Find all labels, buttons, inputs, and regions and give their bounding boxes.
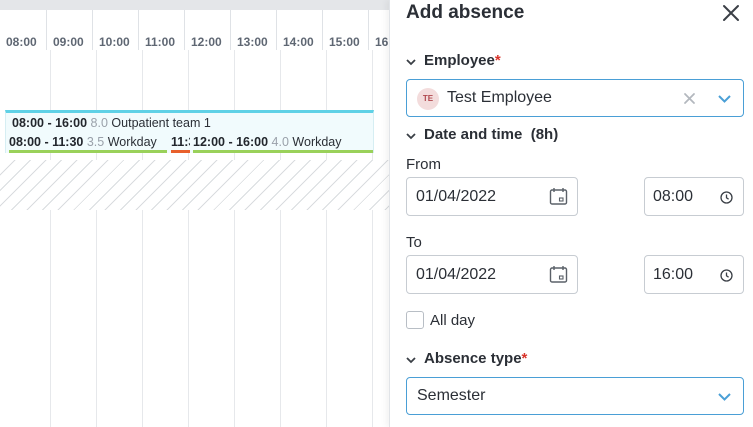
segment-time: 08:00 - 11:30 [9,135,84,149]
chevron-down-icon [406,53,418,70]
hour-label: 10:00 [92,10,138,50]
absence-type-section-header[interactable]: Absence type* [406,350,527,368]
segment-time: 11:30 [171,135,190,149]
schedule-grid [0,50,389,427]
hour-label: 15:00 [322,10,368,50]
segment-type: Workday [292,135,342,149]
date-time-label: Date and time [424,126,523,143]
hour-label: 14:00 [276,10,322,50]
schedule-top-bar [0,0,389,10]
clear-icon[interactable] [683,92,696,105]
chevron-down-icon[interactable] [718,393,731,401]
from-time-input[interactable]: 08:00 [644,177,744,216]
shift-card[interactable]: 08:00 - 16:00 8.0 Outpatient team 1 08:0… [5,110,374,153]
grid-line [188,50,189,427]
from-label: From [406,156,441,173]
chevron-down-icon [406,351,418,368]
segment-underline [9,150,167,153]
hour-label: 16 [368,10,389,50]
shift-summary: 08:00 - 16:00 8.0 Outpatient team 1 [12,116,211,130]
from-time-value: 08:00 [653,188,694,205]
to-time-value: 16:00 [653,266,694,283]
calendar-icon[interactable] [549,187,568,206]
grid-line [280,50,281,427]
segment-workday-2[interactable]: 12:00 - 16:00 4.0 Workday [193,135,373,153]
segment-hours: 4.0 [271,135,289,149]
grid-line [142,50,143,427]
calendar-icon[interactable] [549,265,568,284]
schedule-view: 08:00 09:00 10:00 11:00 12:00 13:00 14:0… [0,0,389,427]
chevron-down-icon[interactable] [718,95,731,103]
to-date-value: 01/04/2022 [416,266,497,283]
all-day-label[interactable]: All day [430,312,475,329]
segment-underline [193,150,373,153]
absence-type-value: Semester [417,387,486,404]
to-date-input[interactable]: 01/04/2022 [406,255,578,294]
add-absence-panel: Add absence Employee* TE Test Employee D… [389,0,753,427]
segment-hours: 3.5 [86,135,105,149]
shift-segments: 08:00 - 11:30 3.5 Workday 11:30 12:00 - … [9,135,373,153]
required-mark: * [494,52,501,69]
shift-hours: 8.0 [90,116,108,130]
app-root: 08:00 09:00 10:00 11:00 12:00 13:00 14:0… [0,0,753,427]
grid-line [326,50,327,427]
to-time-input[interactable]: 16:00 [644,255,744,294]
hour-label: 11:00 [138,10,184,50]
segment-type: Workday [107,135,157,149]
from-date-input[interactable]: 01/04/2022 [406,177,578,216]
segment-workday-1[interactable]: 08:00 - 11:30 3.5 Workday [9,135,167,153]
required-mark: * [521,350,528,367]
avatar: TE [417,88,439,110]
segment-time: 12:00 - 16:00 [193,135,269,149]
shift-team: Outpatient team 1 [111,116,211,130]
clock-icon[interactable] [720,191,733,204]
hour-label: 08:00 [6,35,37,49]
close-icon [723,5,739,21]
from-date-value: 01/04/2022 [416,188,497,205]
unavailable-hatched-area [0,160,389,210]
to-label: To [406,234,422,251]
duration-label: (8h) [530,126,559,143]
segment-break[interactable]: 11:30 [171,135,190,153]
employee-value: Test Employee [447,89,552,106]
segment-underline [171,150,190,153]
employee-select[interactable]: TE Test Employee [406,79,744,117]
hour-header: 08:00 09:00 10:00 11:00 12:00 13:00 14:0… [0,10,389,50]
absence-type-select[interactable]: Semester [406,377,744,415]
employee-label: Employee [424,52,495,69]
absence-type-label: Absence type [424,350,522,367]
employee-section-header[interactable]: Employee* [406,52,501,70]
hour-label: 13:00 [230,10,276,50]
date-time-section-header[interactable]: Date and time (8h) [406,126,558,144]
clock-icon[interactable] [720,269,733,282]
close-button[interactable] [720,2,742,24]
grid-line [96,50,97,427]
hour-label: 09:00 [46,10,92,50]
hour-label: 12:00 [184,10,230,50]
grid-line [372,50,373,427]
all-day-checkbox[interactable] [406,311,424,329]
shift-time: 08:00 - 16:00 [12,116,88,130]
grid-line [234,50,235,427]
chevron-down-icon [406,127,418,144]
panel-title: Add absence [406,2,525,23]
grid-line [50,50,51,427]
